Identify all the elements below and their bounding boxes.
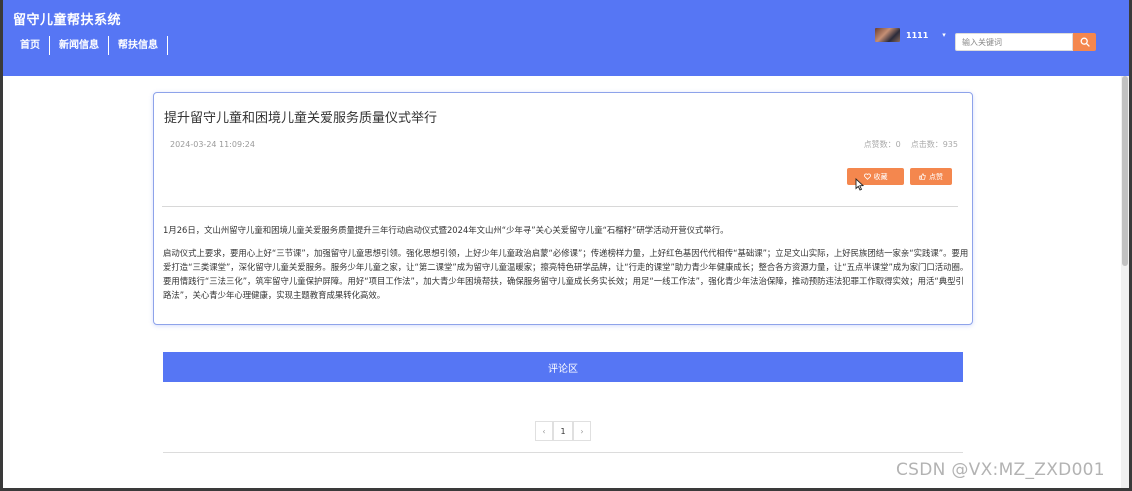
search-button[interactable]: [1073, 33, 1096, 51]
like-count: 点赞数：0: [863, 140, 901, 149]
prev-page-button[interactable]: ‹: [535, 421, 553, 441]
article-paragraph: 1月26日，文山州留守儿童和困境儿童关爱服务质量提升三年行动启动仪式暨2024年…: [163, 225, 729, 235]
chevron-down-icon[interactable]: ▾: [942, 31, 946, 39]
click-count: 点击数：935: [910, 140, 958, 149]
search-icon: [1080, 37, 1090, 47]
like-button[interactable]: 点赞: [910, 168, 952, 185]
article-paragraph: 启动仪式上要求，要用心上好“三节课”，加强留守儿童思想引领。强化思想引领，上好少…: [163, 248, 969, 300]
article-title: 提升留守儿童和困境儿童关爱服务质量仪式举行: [164, 111, 438, 126]
article-date: 2024-03-24 11:09:24: [170, 140, 255, 149]
search-input[interactable]: [955, 33, 1073, 51]
page-number-button[interactable]: 1: [553, 421, 573, 441]
bottom-divider: [163, 452, 963, 453]
article-card: 提升留守儿童和困境儿童关爱服务质量仪式举行 2024-03-24 11:09:2…: [153, 92, 973, 325]
nav-item-news[interactable]: 新闻信息: [50, 36, 109, 55]
mouse-cursor-icon: [855, 178, 864, 191]
next-page-button[interactable]: ›: [573, 421, 591, 441]
thumbs-up-icon: [919, 173, 926, 180]
avatar[interactable]: [875, 28, 900, 42]
watermark: CSDN @VX:MZ_ZXD001: [896, 460, 1105, 480]
article-divider: [162, 206, 958, 207]
heart-icon: [863, 173, 871, 180]
like-label: 点赞: [929, 172, 943, 181]
scrollbar-thumb[interactable]: [1122, 76, 1128, 266]
main-nav: 首页 新闻信息 帮扶信息: [11, 36, 168, 55]
user-menu[interactable]: 1111 ▾: [875, 28, 946, 42]
username[interactable]: 1111: [906, 31, 928, 40]
comment-section-header: 评论区: [163, 352, 963, 382]
favorite-label: 收藏: [873, 172, 888, 181]
nav-item-assistance[interactable]: 帮扶信息: [109, 36, 168, 55]
site-title: 留守儿童帮扶系统: [13, 13, 122, 28]
vertical-scrollbar[interactable]: [1121, 76, 1129, 488]
pagination: ‹ 1 ›: [535, 421, 591, 441]
article-stats: 点赞数：0 点击数：935: [864, 139, 958, 150]
nav-item-home[interactable]: 首页: [11, 36, 50, 55]
